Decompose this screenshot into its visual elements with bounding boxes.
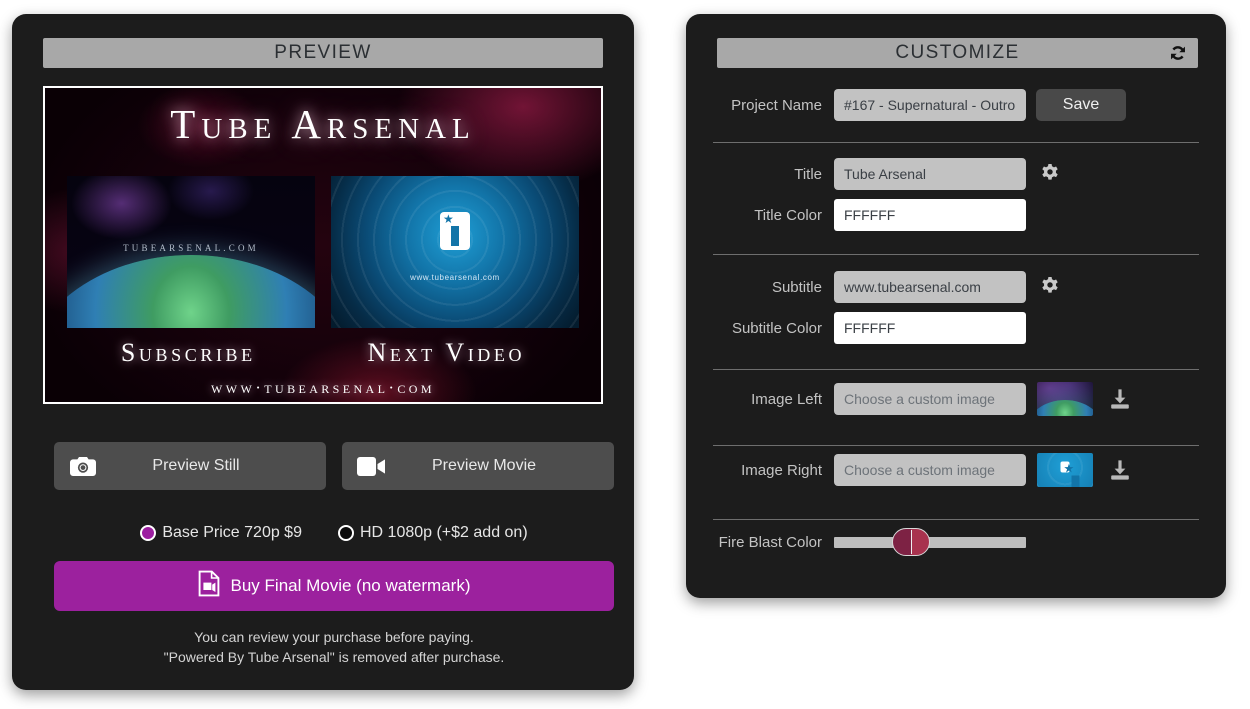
divider (713, 445, 1199, 446)
artwork-next-video-caption: Next Video (367, 338, 526, 367)
title-color-input[interactable] (834, 199, 1026, 231)
divider (713, 254, 1199, 255)
preview-movie-label: Preview Movie (431, 457, 537, 474)
gear-icon[interactable] (1037, 274, 1063, 300)
preview-artwork[interactable]: Tube Arsenal TUBEARSENAL.COM www.tubears… (43, 86, 603, 404)
download-icon[interactable] (1108, 387, 1132, 411)
title-label: Title (794, 165, 822, 183)
artwork-footer-url: www·tubearsenal·com (211, 378, 435, 397)
artwork-right-image-label: www.tubearsenal.com (410, 273, 500, 283)
preview-still-button[interactable]: Preview Still (54, 442, 326, 490)
title-color-row: Title Color (710, 198, 1202, 232)
radio-selected-icon[interactable] (140, 525, 157, 541)
subtitle-color-label: Subtitle Color (731, 319, 822, 337)
radio-unselected-icon[interactable] (337, 525, 354, 541)
tube-arsenal-logo-icon (440, 211, 470, 250)
save-button[interactable]: Save (1036, 89, 1126, 121)
image-right-thumbnail[interactable] (1037, 453, 1093, 487)
subtitle-label: Subtitle (771, 278, 822, 296)
image-left-row: Image Left (710, 382, 1202, 416)
download-icon[interactable] (1108, 458, 1132, 482)
buy-final-movie-label: Buy Final Movie (no watermark) (230, 576, 471, 595)
project-name-row: Project Name Save (710, 88, 1202, 122)
purchase-note-line-2: "Powered By Tube Arsenal" is removed aft… (163, 649, 505, 665)
image-right-label: Image Right (741, 461, 822, 479)
purchase-notes: You can review your purchase before payi… (54, 627, 614, 667)
preview-panel: PREVIEW Tube Arsenal TUBEARSENAL.COM www… (12, 14, 634, 690)
customize-panel-header: CUSTOMIZE (717, 38, 1198, 68)
artwork-right-image: www.tubearsenal.com (331, 176, 579, 328)
image-left-thumbnail[interactable] (1037, 382, 1093, 416)
divider (713, 519, 1199, 520)
image-right-input[interactable] (834, 454, 1026, 486)
fire-blast-color-row: Fire Blast Color (710, 525, 1202, 559)
artwork-captions: Subscribe Next Video (65, 338, 581, 368)
image-left-label: Image Left (751, 390, 822, 408)
preview-title: PREVIEW (274, 42, 372, 63)
quality-option-hd-label: HD 1080p (+$2 add on) (359, 524, 528, 541)
subtitle-input[interactable] (834, 271, 1026, 303)
camera-icon (54, 456, 112, 477)
artwork-left-image-label: TUBEARSENAL.COM (123, 242, 259, 253)
quality-option-base-label: Base Price 720p $9 (162, 524, 302, 541)
slider-thumb[interactable] (891, 528, 930, 556)
subtitle-color-row: Subtitle Color (710, 311, 1202, 345)
quality-options: Base Price 720p $9 HD 1080p (+$2 add on) (54, 524, 614, 542)
divider (713, 369, 1199, 370)
buy-final-movie-button[interactable]: Buy Final Movie (no watermark) (54, 561, 614, 611)
video-camera-icon (342, 456, 400, 476)
preview-panel-header: PREVIEW (43, 38, 603, 68)
artwork-title: Tube Arsenal (170, 101, 476, 147)
quality-option-hd[interactable]: HD 1080p (+$2 add on) (337, 524, 528, 542)
image-right-row: Image Right (710, 453, 1202, 487)
preview-movie-button[interactable]: Preview Movie (342, 442, 614, 490)
fire-blast-color-slider[interactable] (834, 528, 1026, 556)
divider (713, 142, 1199, 143)
customize-title: CUSTOMIZE (895, 42, 1020, 63)
title-input[interactable] (834, 158, 1026, 190)
artwork-thumbnails: TUBEARSENAL.COM www.tubearsenal.com (67, 176, 579, 328)
project-name-input[interactable] (834, 89, 1026, 121)
subtitle-color-input[interactable] (834, 312, 1026, 344)
customize-panel: CUSTOMIZE Project Name Save Title (686, 14, 1226, 598)
app-root: PREVIEW Tube Arsenal TUBEARSENAL.COM www… (0, 0, 1250, 709)
fire-blast-color-label: Fire Blast Color (718, 533, 822, 551)
subtitle-row: Subtitle (710, 270, 1202, 304)
slider-track[interactable] (834, 536, 1026, 548)
title-row: Title (710, 157, 1202, 191)
artwork-subscribe-caption: Subscribe (120, 338, 256, 367)
video-file-icon (198, 570, 220, 602)
quality-option-base[interactable]: Base Price 720p $9 (140, 524, 302, 542)
project-name-label: Project Name (731, 96, 822, 114)
title-color-label: Title Color (754, 206, 822, 224)
image-left-input[interactable] (834, 383, 1026, 415)
tube-arsenal-logo-icon (1060, 461, 1080, 487)
gear-icon[interactable] (1037, 161, 1063, 187)
refresh-icon[interactable] (1166, 41, 1190, 65)
purchase-note-line-1: You can review your purchase before payi… (194, 629, 474, 645)
preview-still-label: Preview Still (152, 457, 240, 474)
artwork-left-image: TUBEARSENAL.COM (67, 176, 315, 328)
